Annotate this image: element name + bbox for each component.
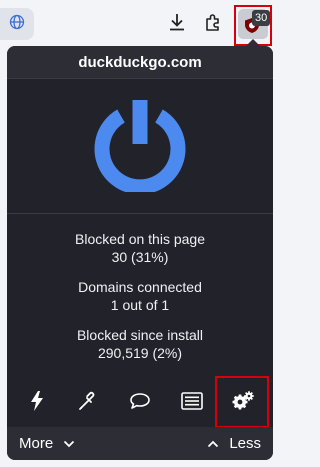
stat-label: Blocked on this page <box>75 231 205 247</box>
url-bar[interactable] <box>0 8 34 40</box>
puzzle-icon <box>203 12 223 37</box>
logger-button[interactable] <box>172 383 212 423</box>
chevron-down-icon <box>63 435 75 452</box>
settings-highlight-box <box>215 376 269 428</box>
browser-toolbar: 30 <box>0 0 280 48</box>
more-label: More <box>19 435 54 452</box>
zap-element-button[interactable] <box>17 383 57 423</box>
stat-label: Domains connected <box>78 279 202 295</box>
globe-icon <box>9 14 25 35</box>
power-icon <box>92 99 188 196</box>
ublock-popup: duckduckgo.com Blocked on this page 30 (… <box>7 46 273 460</box>
more-button[interactable]: More <box>19 435 75 452</box>
download-icon <box>167 12 187 37</box>
less-button[interactable]: Less <box>207 435 261 452</box>
stat-value: 1 out of 1 <box>110 297 170 313</box>
site-hostname: duckduckgo.com <box>7 46 273 79</box>
stat-blocked-install: Blocked since install 290,519 (2%) <box>7 326 273 362</box>
list-icon <box>180 391 203 415</box>
report-issue-button[interactable] <box>120 383 160 423</box>
stat-value: 290,519 (2%) <box>97 345 183 361</box>
extensions-button[interactable] <box>201 12 225 36</box>
stat-blocked-page: Blocked on this page 30 (31%) <box>7 230 273 266</box>
stats-panel: Blocked on this page 30 (31%) Domains co… <box>7 214 273 362</box>
element-picker-button[interactable] <box>68 383 108 423</box>
power-area <box>7 79 273 214</box>
power-button[interactable] <box>92 96 188 197</box>
less-label: Less <box>229 435 261 452</box>
eyedropper-icon <box>78 391 98 416</box>
stat-label: Blocked since install <box>76 327 204 343</box>
lightning-icon <box>30 390 44 416</box>
download-button[interactable] <box>165 12 189 36</box>
chat-bubble-icon <box>129 391 151 416</box>
popup-footer: More Less <box>7 427 273 460</box>
stat-domains-connected: Domains connected 1 out of 1 <box>7 278 273 314</box>
chevron-up-icon <box>207 435 219 452</box>
stat-value: 30 (31%) <box>111 249 169 265</box>
